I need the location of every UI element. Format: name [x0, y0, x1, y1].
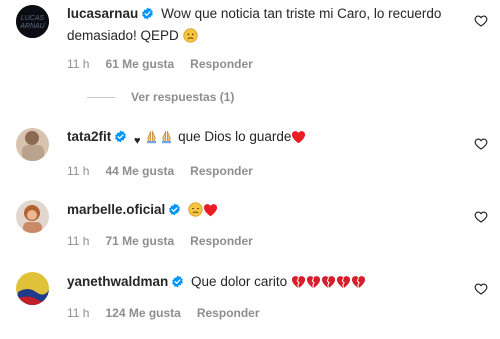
comment-username[interactable]: tata2fit [67, 129, 111, 144]
comment-body: lucasarnau Wow que noticia tan triste mi… [67, 4, 466, 49]
comment-likes[interactable]: 71 Me gusta [105, 234, 174, 248]
comment-likes[interactable]: 61 Me gusta [105, 57, 174, 71]
replies-divider [87, 97, 115, 99]
comment-username[interactable]: lucasarnau [67, 6, 138, 21]
sad-face-emoji-icon [188, 202, 203, 223]
red-heart-emoji-icon [203, 203, 218, 223]
avatar-image: LUCAS ARNAU [16, 5, 49, 38]
comment-time[interactable]: 11 h [67, 306, 89, 320]
comment-body: yanethwaldman Que dolor carito [67, 272, 466, 295]
avatar[interactable] [16, 200, 49, 233]
broken-heart-emoji-icon [321, 275, 336, 295]
comment-text: Que dolor carito [191, 274, 288, 289]
red-heart-emoji-icon [291, 130, 306, 150]
comment-body: marbelle.oficial [67, 200, 466, 223]
broken-heart-emoji-icon [291, 275, 306, 295]
like-heart-icon[interactable] [474, 282, 488, 296]
comment-item: marbelle.oficial 11 h 71 Me gusta Responde… [0, 196, 500, 256]
reply-button[interactable]: Responder [197, 306, 260, 320]
like-heart-icon[interactable] [474, 137, 488, 151]
svg-text:ARNAU: ARNAU [19, 23, 45, 30]
broken-heart-emoji-icon [336, 275, 351, 295]
comment-time[interactable]: 11 h [67, 57, 89, 71]
sad-face-emoji-icon [182, 28, 198, 49]
broken-heart-emoji-icon [351, 275, 366, 295]
comment-likes[interactable]: 124 Me gusta [105, 306, 180, 320]
comment-meta: 11 h 61 Me gusta Responder [67, 57, 269, 71]
praying-hands-emoji-icon [144, 129, 159, 150]
comment-meta: 11 h 71 Me gusta Responder [67, 234, 269, 248]
verified-badge-icon [171, 274, 184, 294]
comment-username[interactable]: marbelle.oficial [67, 202, 165, 217]
avatar-image [16, 200, 49, 233]
comment-meta: 11 h 124 Me gusta Responder [67, 306, 276, 320]
comment-item: tata2fit ♥ que Dios lo guarde 11 h 44 Me … [0, 123, 500, 183]
avatar[interactable] [16, 272, 49, 305]
view-replies-label[interactable]: Ver respuestas (1) [131, 90, 234, 104]
black-heart-emoji-icon: ♥ [134, 135, 141, 147]
avatar-image [16, 272, 49, 305]
comment-likes[interactable]: 44 Me gusta [105, 164, 174, 178]
view-replies-button[interactable]: Ver respuestas (1) [67, 90, 234, 104]
broken-heart-emoji-icon [306, 275, 321, 295]
comment-meta: 11 h 44 Me gusta Responder [67, 164, 269, 178]
reply-button[interactable]: Responder [190, 57, 253, 71]
comment-item: yanethwaldman Que dolor carito 11 h 124 M… [0, 270, 500, 339]
comment-text: que Dios lo guarde [178, 129, 292, 144]
avatar[interactable] [16, 128, 49, 161]
comment-username[interactable]: yanethwaldman [67, 274, 168, 289]
reply-button[interactable]: Responder [190, 164, 253, 178]
comment-time[interactable]: 11 h [67, 164, 89, 178]
avatar[interactable]: LUCAS ARNAU [16, 5, 49, 38]
comment-time[interactable]: 11 h [67, 234, 89, 248]
comment-body: tata2fit ♥ que Dios lo guarde [67, 127, 466, 151]
verified-badge-icon [141, 6, 154, 26]
comment-item: LUCAS ARNAU lucasarnau Wow que noticia t… [0, 0, 500, 110]
verified-badge-icon [114, 129, 127, 149]
reply-button[interactable]: Responder [190, 234, 253, 248]
verified-badge-icon [168, 202, 181, 222]
like-heart-icon[interactable] [474, 14, 488, 28]
svg-text:LUCAS: LUCAS [21, 15, 45, 22]
like-heart-icon[interactable] [474, 210, 488, 224]
praying-hands-emoji-icon [159, 129, 174, 150]
avatar-image [16, 128, 49, 161]
